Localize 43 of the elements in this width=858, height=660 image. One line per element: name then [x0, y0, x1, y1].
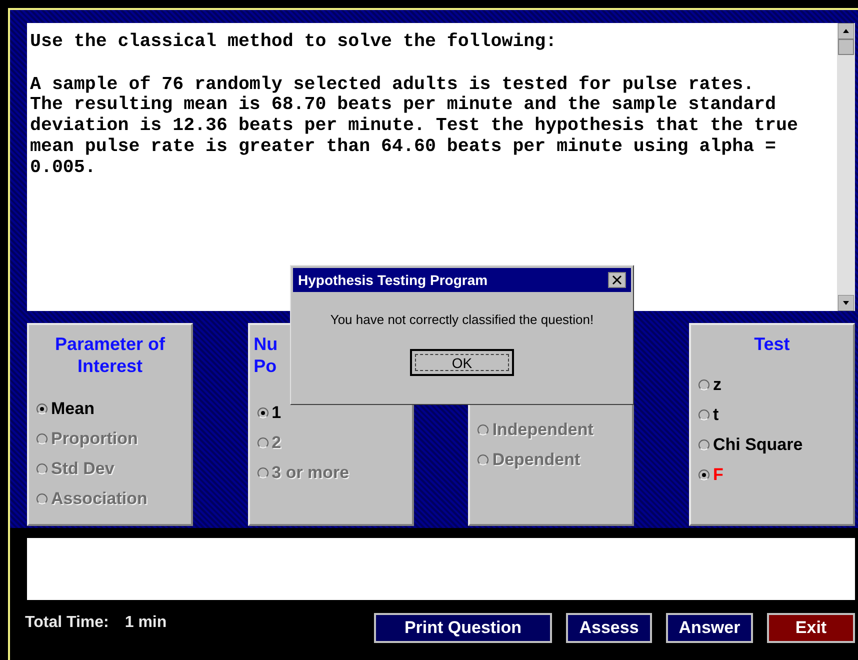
scroll-down-icon[interactable] — [838, 295, 854, 311]
radio-icon — [698, 379, 710, 391]
radio-icon — [36, 433, 48, 445]
radio-icon — [698, 469, 710, 481]
action-button[interactable]: Answer — [666, 613, 753, 643]
action-button[interactable]: Assess — [566, 613, 652, 643]
scroll-thumb[interactable] — [838, 39, 854, 55]
question-line: deviation is 12.36 beats per minute. Test the hypothesis that the true — [30, 116, 798, 137]
ok-button[interactable]: OK — [410, 349, 514, 376]
radio-icon — [36, 403, 48, 415]
question-line: The resulting mean is 68.70 beats per minute and the sample standard — [30, 95, 776, 116]
question-line: mean pulse rate is greater than 64.60 beats per minute using alpha = — [30, 136, 776, 158]
panel-title: Interest — [76, 355, 144, 377]
scroll-up-icon[interactable] — [838, 23, 854, 39]
panel-title: Po — [254, 355, 278, 377]
exit-button[interactable]: Exit — [767, 613, 855, 643]
question-line: Use the classical method to solve the following: — [30, 32, 557, 53]
radio-icon — [256, 437, 269, 449]
dialog-title: Hypothesis Testing Program — [298, 272, 488, 288]
radio-icon — [477, 424, 490, 436]
radio-icon — [477, 454, 490, 466]
radio-icon — [698, 409, 710, 421]
action-button[interactable]: Print Question — [374, 613, 552, 643]
time-value: 1 min — [124, 614, 167, 632]
radio-option[interactable]: t — [698, 405, 719, 425]
radio-icon — [256, 467, 269, 479]
radio-icon — [698, 439, 710, 451]
panel-title: Test — [753, 333, 791, 355]
radio-option[interactable]: 1 — [256, 403, 282, 423]
question-line: 0.005. — [30, 158, 96, 178]
radio-icon — [36, 463, 48, 475]
radio-option[interactable]: z — [698, 375, 722, 395]
panel-title: Parameter of — [54, 333, 166, 355]
radio-icon — [256, 407, 269, 419]
question-line: A sample of 76 randomly selected adults is tested for pulse rates. — [30, 74, 754, 96]
close-icon[interactable] — [608, 272, 626, 288]
radio-option[interactable]: Chi Square — [698, 435, 803, 455]
panel-title: Nu — [254, 333, 279, 355]
radio-option[interactable]: Mean — [36, 399, 94, 419]
scrollbar[interactable] — [837, 23, 855, 311]
radio-icon — [36, 493, 48, 505]
time-label: Total Time: — [25, 614, 109, 632]
dialog-message: You have not correctly classified the question! — [329, 312, 595, 327]
